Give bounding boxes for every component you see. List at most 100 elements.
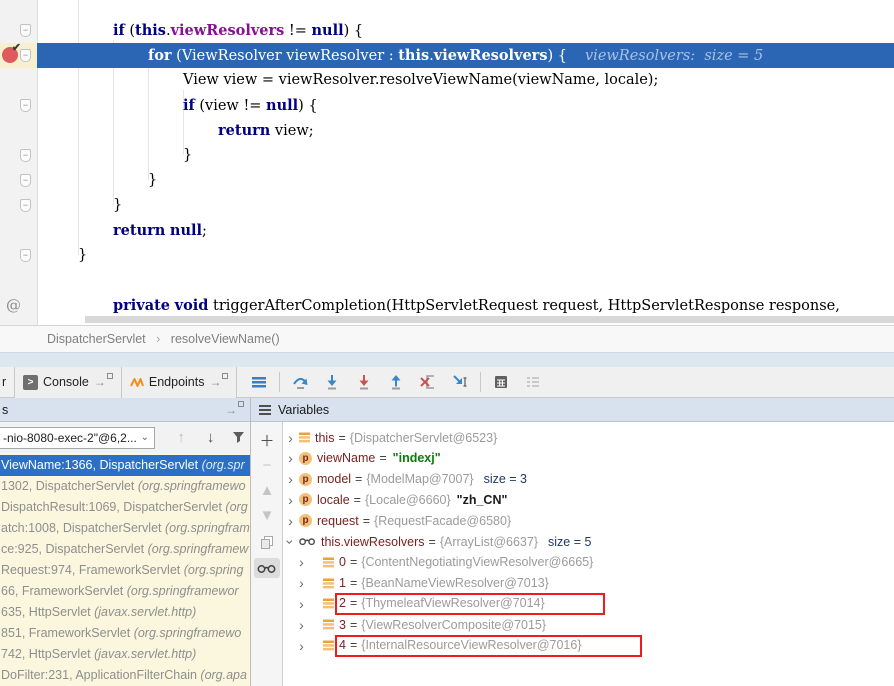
execution-code-line[interactable]: for (ViewResolver viewResolver : this.vi… (37, 43, 894, 68)
variable-row[interactable]: ›4={InternalResourceViewResolver@7016} (284, 635, 894, 656)
fold-marker-icon[interactable]: − (20, 199, 31, 212)
fold-marker-icon[interactable]: − (20, 149, 31, 162)
code-line[interactable]: } (37, 243, 894, 268)
code-line[interactable]: return view; (37, 118, 894, 143)
show-watches-icon[interactable] (254, 558, 280, 578)
step-over-icon[interactable] (289, 373, 311, 391)
fold-marker-icon[interactable]: − (20, 99, 31, 112)
stack-frame-row[interactable]: DispatchResult:1069, DispatcherServlet (… (0, 497, 250, 518)
code-line[interactable]: private void triggerAfterCompletion(Http… (37, 293, 894, 318)
chevron-collapsed-icon[interactable]: › (284, 514, 297, 528)
stack-frame-row[interactable]: DoFilter:231, ApplicationFilterChain (or… (0, 665, 250, 686)
code-line[interactable]: View view = viewResolver.resolveViewName… (37, 68, 894, 93)
equals-sign: = (363, 514, 370, 528)
variable-row[interactable]: ›2={ThymeleafViewResolver@7014} (284, 593, 894, 614)
variable-row[interactable]: ›pmodel={ModelMap@7007}size = 3 (284, 469, 894, 490)
variable-row[interactable]: ›this.viewResolvers={ArrayList@6637}size… (284, 531, 894, 552)
stack-frame-row[interactable]: ce:925, DispatcherServlet (org.springfra… (0, 539, 250, 560)
move-down-icon[interactable]: ▼ (254, 505, 280, 525)
stack-frame-row[interactable]: Request:974, FrameworkServlet (org.sprin… (0, 560, 250, 581)
stack-frame-row[interactable]: atch:1008, DispatcherServlet (org.spring… (0, 518, 250, 539)
panel-divider[interactable] (250, 398, 251, 686)
code-line[interactable]: if (view != null) { (37, 93, 894, 118)
equals-sign: = (379, 451, 386, 465)
step-into-icon[interactable] (321, 373, 343, 391)
variables-side-toolbar: ＋ − ▲ ▼ (251, 422, 283, 686)
variable-row[interactable]: ›1={BeanNameViewResolver@7013} (284, 573, 894, 594)
add-watch-icon[interactable]: ＋ (254, 430, 280, 450)
variable-row[interactable]: ›prequest={RequestFacade@6580} (284, 510, 894, 531)
code-token: if (183, 97, 195, 114)
menu-icon[interactable] (259, 405, 271, 415)
stack-frame-row[interactable]: 635, HttpServlet (javax.servlet.http) (0, 602, 250, 623)
variable-row[interactable]: ›this={DispatcherServlet@6523} (284, 427, 894, 448)
chevron-collapsed-icon[interactable]: › (284, 451, 297, 465)
pin-icon[interactable]: → (94, 375, 113, 389)
stack-frame-row[interactable]: 851, FrameworkServlet (org.springframewo (0, 623, 250, 644)
chevron-collapsed-icon[interactable]: › (295, 597, 308, 611)
fold-marker-icon[interactable]: − (20, 174, 31, 187)
filter-icon[interactable] (226, 428, 250, 448)
stack-frame-row[interactable]: ViewName:1366, DispatcherServlet (org.sp… (0, 455, 250, 476)
fold-marker-icon[interactable]: − (20, 24, 31, 37)
value-icon (323, 619, 334, 630)
previous-frame-icon[interactable]: ↑ (169, 428, 193, 448)
code-line[interactable]: } (37, 168, 894, 193)
equals-sign: = (429, 535, 436, 549)
chevron-collapsed-icon[interactable]: › (295, 555, 308, 569)
code-line[interactable]: return null; (37, 218, 894, 243)
copy-icon[interactable] (254, 532, 280, 552)
frame-location-label: (org.springframew (148, 542, 249, 556)
stack-frame-row[interactable]: 742, HttpServlet (javax.servlet.http) (0, 644, 250, 665)
variable-row[interactable]: ›pviewName="indexj" (284, 448, 894, 469)
pin-icon[interactable]: → (225, 403, 244, 417)
step-out-icon[interactable] (385, 373, 407, 391)
stack-frame-row[interactable]: 1302, DispatcherServlet (org.springframe… (0, 476, 250, 497)
thread-selector-dropdown[interactable]: -nio-8080-exec-2"@6,2... ⌄ (0, 427, 155, 449)
code-line[interactable]: } (37, 193, 894, 218)
fold-marker-icon[interactable]: − (20, 49, 31, 62)
chevron-collapsed-icon[interactable]: › (284, 493, 297, 507)
variable-name: 1 (339, 576, 346, 590)
layout-disabled-icon[interactable] (522, 373, 544, 391)
value-icon (323, 640, 334, 651)
chevron-collapsed-icon[interactable]: › (284, 431, 297, 445)
pin-icon[interactable]: → (209, 375, 228, 389)
tab-console[interactable]: > Console → (15, 367, 122, 398)
move-up-icon[interactable]: ▲ (254, 480, 280, 500)
code-token: return (113, 222, 165, 239)
code-line[interactable]: if (this.viewResolvers != null) { (37, 18, 894, 43)
chevron-collapsed-icon[interactable]: › (295, 618, 308, 632)
breakpoint-verified-icon[interactable]: ✔ (2, 47, 18, 63)
chevron-collapsed-icon[interactable]: › (295, 639, 308, 653)
next-frame-icon[interactable]: ↓ (199, 428, 223, 448)
breadcrumb-method[interactable]: resolveViewName() (171, 332, 280, 346)
menu-icon[interactable] (248, 373, 270, 391)
tab-debugger-partial[interactable]: r (0, 367, 15, 398)
code-editor[interactable]: −✔−−−−−−@ if (this.viewResolvers != null… (0, 0, 894, 325)
variable-row[interactable]: ›3={ViewResolverComposite@7015} (284, 614, 894, 635)
chevron-expanded-icon[interactable]: › (284, 535, 298, 548)
tab-endpoints-label: Endpoints (149, 375, 205, 389)
breadcrumb-class[interactable]: DispatcherServlet (47, 332, 146, 346)
editor-gutter[interactable]: −✔−−−−−−@ (0, 0, 38, 325)
frame-method-label: Request:974, FrameworkServlet (1, 563, 184, 577)
remove-watch-icon[interactable]: − (254, 455, 280, 475)
chevron-collapsed-icon[interactable]: › (284, 472, 297, 486)
code-line[interactable] (37, 268, 894, 293)
inline-debug-hint: viewResolvers: size = 5 (585, 48, 763, 64)
variable-row[interactable]: ›plocale={Locale@6660}"zh_CN" (284, 489, 894, 510)
code-token: null (170, 222, 202, 239)
force-step-into-icon[interactable] (353, 373, 375, 391)
variable-row[interactable]: ›0={ContentNegotiatingViewResolver@6665} (284, 552, 894, 573)
toolbar-separator (279, 372, 280, 392)
tab-endpoints[interactable]: Endpoints → (122, 367, 238, 398)
chevron-collapsed-icon[interactable]: › (295, 576, 308, 590)
drop-frame-icon[interactable] (417, 373, 439, 391)
fold-marker-icon[interactable]: − (20, 249, 31, 262)
run-to-cursor-icon[interactable] (449, 373, 471, 391)
code-line[interactable]: } (37, 143, 894, 168)
stack-frame-row[interactable]: 66, FrameworkServlet (org.springframewor (0, 581, 250, 602)
evaluate-icon[interactable] (490, 373, 512, 391)
frames-header-partial-label: s (2, 403, 8, 417)
